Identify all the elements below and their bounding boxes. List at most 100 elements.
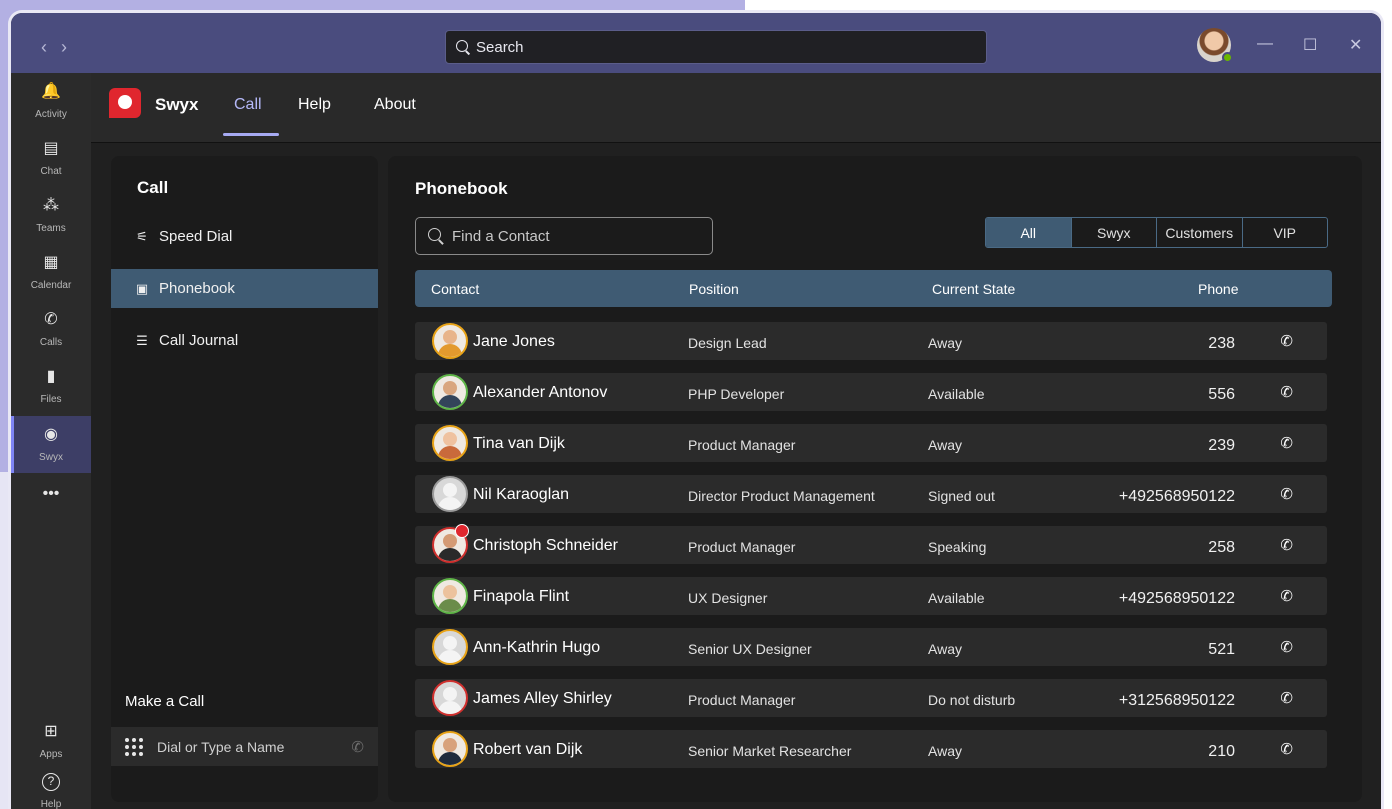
table-row[interactable]: Ann-Kathrin Hugo Senior UX Designer Away… (415, 628, 1327, 666)
call-icon[interactable]: ✆ (1280, 740, 1293, 758)
rail-item-chat[interactable]: ▤ Chat (11, 130, 91, 187)
app-rail: 🔔 Activity ▤ Chat ⁂ Teams ▦ Calendar ✆ C… (11, 73, 91, 809)
rail-item-swyx[interactable]: ◉ Swyx (11, 416, 91, 473)
minimize-icon[interactable]: — (1257, 35, 1273, 53)
rail-item-help[interactable]: ? Help (11, 763, 91, 809)
table-row[interactable]: Christoph Schneider Product Manager Spea… (415, 524, 1327, 564)
active-tab-indicator (223, 133, 279, 136)
rail-label: Help (40, 799, 62, 809)
bell-icon: 🔔 (41, 83, 61, 100)
rail-item-calls[interactable]: ✆ Calls (11, 301, 91, 358)
contact-name: Finapola Flint (473, 588, 570, 605)
contact-avatar (432, 629, 468, 665)
contact-position: PHP Developer (688, 386, 785, 402)
column-position[interactable]: Position (689, 281, 739, 297)
call-icon[interactable]: ✆ (1280, 485, 1293, 503)
speed-dial-icon: ⚟ (136, 228, 148, 244)
filter-vip[interactable]: VIP (1241, 218, 1328, 247)
contact-avatar (432, 578, 468, 614)
nav-label: Phonebook (159, 280, 235, 297)
contact-phone: 556 (1208, 386, 1235, 403)
rail-item-apps[interactable]: ⊞ Apps (11, 713, 91, 770)
table-row[interactable]: Jane Jones Design Lead Away 238 ✆ (415, 322, 1327, 360)
filter-swyx[interactable]: Swyx (1070, 218, 1157, 247)
contact-name: James Alley Shirley (473, 690, 612, 707)
file-icon: ▮ (46, 368, 56, 385)
user-avatar[interactable] (1197, 28, 1233, 63)
phonebook-icon: ▣ (135, 280, 149, 296)
contact-avatar (432, 323, 468, 359)
contact-name: Nil Karaoglan (473, 486, 570, 503)
close-icon[interactable]: ✕ (1349, 35, 1362, 55)
table-row[interactable]: Finapola Flint UX Designer Available +49… (415, 577, 1327, 615)
contact-position: Product Manager (688, 539, 796, 555)
forward-arrow-icon[interactable]: › (61, 37, 81, 57)
filter-customers[interactable]: Customers (1156, 218, 1242, 247)
contact-state: Available (928, 590, 985, 606)
table-row[interactable]: Robert van Dijk Senior Market Researcher… (415, 730, 1327, 768)
title-bar: ‹› Search — ☐ ✕ (11, 13, 1381, 73)
app-header: Swyx Call Help About (91, 73, 1381, 143)
maximize-icon[interactable]: ☐ (1303, 35, 1317, 55)
column-current-state[interactable]: Current State (932, 281, 1015, 297)
nav-arrows: ‹› (41, 37, 81, 58)
phone-icon: ✆ (44, 311, 58, 328)
tab-about[interactable]: About (374, 96, 416, 114)
search-icon (456, 40, 470, 54)
rail-item-activity[interactable]: 🔔 Activity (11, 73, 91, 130)
phonebook-title: Phonebook (415, 179, 508, 198)
brand-name: Swyx (155, 95, 199, 114)
nav-speed-dial[interactable]: ⚟ Speed Dial (111, 217, 378, 256)
contact-name: Christoph Schneider (473, 537, 618, 554)
table-row[interactable]: Alexander Antonov PHP Developer Availabl… (415, 373, 1327, 411)
contact-position: UX Designer (688, 590, 768, 606)
call-icon[interactable]: ✆ (1280, 689, 1293, 707)
table-row[interactable]: Nil Karaoglan Director Product Managemen… (415, 475, 1327, 513)
call-icon[interactable]: ✆ (1280, 536, 1293, 554)
rail-item-calendar[interactable]: ▦ Calendar (11, 244, 91, 301)
table-row[interactable]: Tina van Dijk Product Manager Away 239 ✆ (415, 424, 1327, 462)
chat-icon: ▤ (43, 140, 59, 157)
back-arrow-icon[interactable]: ‹ (41, 37, 61, 57)
contact-position: Director Product Management (688, 488, 875, 504)
contact-state: Speaking (928, 539, 987, 555)
search-icon (428, 228, 444, 244)
rail-label: Chat (40, 166, 62, 177)
call-icon[interactable]: ✆ (1280, 383, 1293, 401)
dial-placeholder: Dial or Type a Name (157, 738, 285, 755)
nav-label: Speed Dial (159, 228, 233, 245)
rail-item-teams[interactable]: ⁂ Teams (11, 187, 91, 244)
contact-avatar (432, 680, 468, 716)
contact-name: Jane Jones (473, 333, 555, 350)
rail-item-more[interactable]: ••• (11, 475, 91, 515)
nav-phonebook[interactable]: ▣ Phonebook (111, 269, 378, 308)
call-icon[interactable]: ✆ (1280, 587, 1293, 605)
table-row[interactable]: James Alley Shirley Product Manager Do n… (415, 679, 1327, 717)
tab-call[interactable]: Call (234, 96, 262, 114)
call-icon[interactable]: ✆ (1280, 638, 1293, 656)
contact-state: Available (928, 386, 985, 402)
contact-phone: +312568950122 (1118, 692, 1235, 709)
calendar-icon: ▦ (43, 254, 59, 271)
tab-help[interactable]: Help (298, 96, 331, 114)
contact-phone: +492568950122 (1118, 590, 1235, 607)
dial-input[interactable]: Dial or Type a Name ✆ (111, 727, 378, 766)
find-contact-input[interactable]: Find a Contact (415, 217, 713, 255)
search-label: Search (476, 38, 524, 56)
column-contact[interactable]: Contact (431, 281, 479, 297)
contact-phone: 239 (1208, 437, 1235, 454)
search-input[interactable]: Search (445, 30, 987, 64)
contact-state: Away (928, 335, 962, 351)
call-icon[interactable]: ✆ (1280, 434, 1293, 452)
dialpad-icon[interactable] (125, 737, 143, 756)
column-phone[interactable]: Phone (1198, 281, 1238, 297)
nav-call-journal[interactable]: ☰ Call Journal (111, 321, 378, 360)
dial-phone-icon[interactable]: ✆ (351, 738, 364, 756)
rail-label: Teams (36, 223, 66, 234)
filter-all[interactable]: All (986, 218, 1071, 247)
call-icon[interactable]: ✆ (1280, 332, 1293, 350)
rail-item-files[interactable]: ▮ Files (11, 358, 91, 415)
table-header: Contact Position Current State Phone (415, 270, 1332, 307)
contact-filter-tabs: All Swyx Customers VIP (985, 217, 1328, 248)
rail-label: Swyx (39, 452, 63, 463)
